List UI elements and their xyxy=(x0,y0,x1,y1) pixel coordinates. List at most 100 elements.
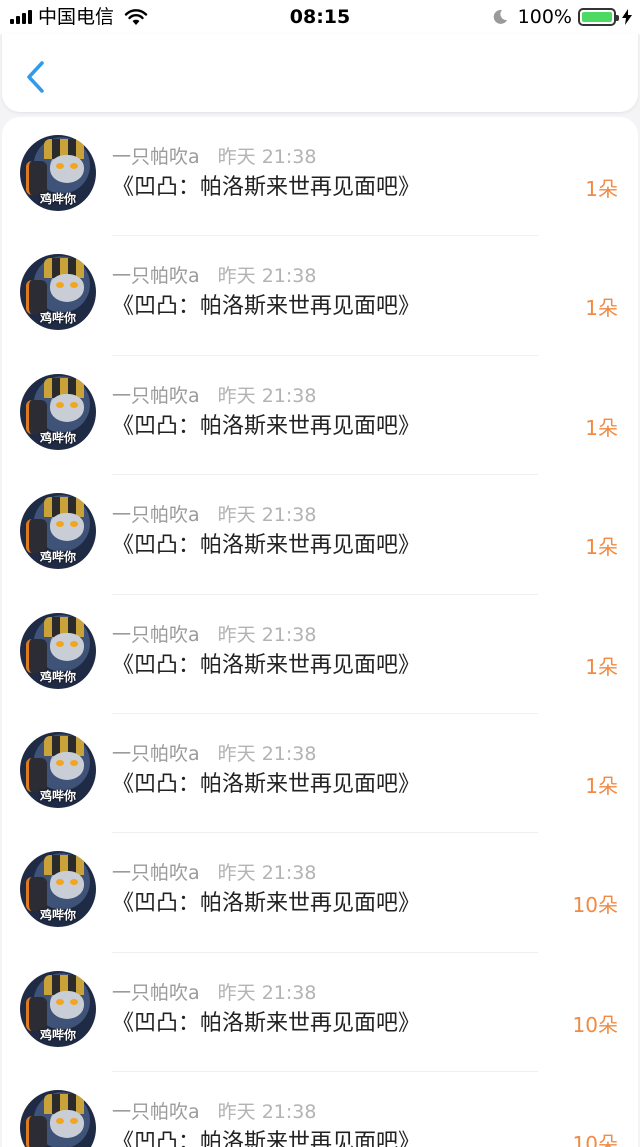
work-title[interactable]: 《凹凸：帕洛斯来世再见面吧》 xyxy=(112,173,420,203)
flower-count: 1朵 xyxy=(585,177,618,201)
item-meta: 一只帕吹a 昨天 21:38 xyxy=(112,861,316,885)
avatar-caption: 鸡哔你 xyxy=(39,430,76,445)
avatar-eye xyxy=(56,998,64,1005)
item-meta: 一只帕吹a 昨天 21:38 xyxy=(112,264,316,288)
avatar-face xyxy=(50,871,84,900)
list-item[interactable]: 鸡哔你 一只帕吹a 昨天 21:38 《凹凸：帕洛斯来世再见面吧》 1朵 xyxy=(2,595,638,715)
timestamp: 昨天 21:38 xyxy=(217,862,317,885)
avatar-arm xyxy=(26,1116,47,1147)
list-item[interactable]: 鸡哔你 一只帕吹a 昨天 21:38 《凹凸：帕洛斯来世再见面吧》 1朵 xyxy=(2,356,638,476)
avatar-face xyxy=(50,513,84,542)
avatar-caption: 鸡哔你 xyxy=(39,311,76,326)
battery-cap xyxy=(616,15,619,21)
username[interactable]: 一只帕吹a xyxy=(112,862,200,884)
avatar-eye xyxy=(56,640,64,647)
work-title[interactable]: 《凹凸：帕洛斯来世再见面吧》 xyxy=(112,531,420,561)
item-meta: 一只帕吹a 昨天 21:38 xyxy=(112,981,316,1005)
avatar[interactable]: 鸡哔你 xyxy=(20,254,96,331)
work-title[interactable]: 《凹凸：帕洛斯来世再见面吧》 xyxy=(112,651,420,681)
chevron-left-icon[interactable] xyxy=(24,60,48,94)
gift-list: 鸡哔你 一只帕吹a 昨天 21:38 《凹凸：帕洛斯来世再见面吧》 1朵 鸡哔你 一只帕吹a… xyxy=(2,117,638,1147)
avatar[interactable]: 鸡哔你 xyxy=(20,851,96,928)
username[interactable]: 一只帕吹a xyxy=(112,1101,200,1123)
avatar-eye xyxy=(70,163,78,169)
avatar[interactable]: 鸡哔你 xyxy=(20,373,96,450)
list-item[interactable]: 鸡哔你 一只帕吹a 昨天 21:38 《凹凸：帕洛斯来世再见面吧》 1朵 xyxy=(2,475,638,595)
avatar-caption: 鸡哔你 xyxy=(39,1027,76,1042)
avatar-face xyxy=(50,632,84,661)
timestamp: 昨天 21:38 xyxy=(217,742,317,765)
timestamp: 昨天 21:38 xyxy=(217,384,317,407)
charging-bolt-icon xyxy=(622,9,632,25)
list-item[interactable]: 鸡哔你 一只帕吹a 昨天 21:38 《凹凸：帕洛斯来世再见面吧》 1朵 xyxy=(2,117,638,237)
username[interactable]: 一只帕吹a xyxy=(112,265,200,287)
avatar-face xyxy=(50,990,84,1019)
flower-count: 1朵 xyxy=(585,654,618,679)
work-title[interactable]: 《凹凸：帕洛斯来世再见面吧》 xyxy=(112,292,420,322)
nav-bar xyxy=(2,34,638,112)
avatar-caption: 鸡哔你 xyxy=(39,669,76,684)
avatar-eye xyxy=(56,759,64,766)
work-title[interactable]: 《凹凸：帕洛斯来世再见面吧》 xyxy=(112,889,420,919)
avatar-eye xyxy=(70,998,78,1005)
timestamp: 昨天 21:38 xyxy=(217,1101,317,1124)
flower-count: 1朵 xyxy=(585,296,618,321)
list-item[interactable]: 鸡哔你 一只帕吹a 昨天 21:38 《凹凸：帕洛斯来世再见面吧》 10朵 xyxy=(2,953,638,1073)
list-item[interactable]: 鸡哔你一只帕吹a昨天 21:38《凹凸：帕洛斯来世再见面吧》10朵 xyxy=(2,1072,638,1147)
item-meta: 一只帕吹a 昨天 21:38 xyxy=(112,145,316,169)
list-item[interactable]: 鸡哔你 一只帕吹a 昨天 21:38 《凹凸：帕洛斯来世再见面吧》 1朵 xyxy=(2,236,638,357)
avatar[interactable]: 鸡哔你 xyxy=(20,1090,96,1147)
username[interactable]: 一只帕吹a xyxy=(112,146,200,168)
avatar[interactable]: 鸡哔你 xyxy=(20,612,96,689)
avatar-eye xyxy=(70,759,78,766)
avatar-face xyxy=(50,1110,84,1139)
avatar-caption: 鸡哔你 xyxy=(39,788,76,803)
timestamp: 昨天 21:38 xyxy=(217,265,317,288)
avatar[interactable]: 鸡哔你 xyxy=(20,731,96,808)
status-bar: 中国电信 08:15 100% xyxy=(0,0,640,34)
item-meta: 一只帕吹a 昨天 21:38 xyxy=(112,742,316,766)
avatar-eye xyxy=(70,640,78,647)
work-title[interactable]: 《凹凸：帕洛斯来世再见面吧》 xyxy=(112,1009,420,1039)
item-meta: 一只帕吹a 昨天 21:38 xyxy=(112,503,316,527)
work-title[interactable]: 《凹凸：帕洛斯来世再见面吧》 xyxy=(112,770,420,800)
list-item[interactable]: 鸡哔你 一只帕吹a 昨天 21:38 《凹凸：帕洛斯来世再见面吧》 1朵 xyxy=(2,714,638,834)
avatar-face xyxy=(50,751,84,780)
moon-icon xyxy=(493,9,507,24)
username[interactable]: 一只帕吹a xyxy=(112,385,200,407)
item-meta: 一只帕吹a 昨天 21:38 xyxy=(112,1100,316,1124)
avatar-eye xyxy=(70,401,78,408)
battery-icon xyxy=(578,8,619,26)
item-meta: 一只帕吹a 昨天 21:38 xyxy=(112,623,316,647)
battery-fill xyxy=(582,12,612,22)
avatar-face xyxy=(50,274,84,303)
work-title[interactable]: 《凹凸：帕洛斯来世再见面吧》 xyxy=(112,412,420,442)
item-meta: 一只帕吹a 昨天 21:38 xyxy=(112,384,316,408)
avatar[interactable]: 鸡哔你 xyxy=(20,970,96,1047)
avatar-face xyxy=(50,155,84,183)
avatar-caption: 鸡哔你 xyxy=(39,550,76,565)
flower-count: 10朵 xyxy=(572,1012,618,1037)
avatar-caption: 鸡哔你 xyxy=(39,908,76,923)
list-item[interactable]: 鸡哔你 一只帕吹a 昨天 21:38 《凹凸：帕洛斯来世再见面吧》 10朵 xyxy=(2,833,638,954)
battery-percent: 100% xyxy=(517,6,572,28)
flower-count: 1朵 xyxy=(585,535,618,560)
username[interactable]: 一只帕吹a xyxy=(112,743,200,765)
timestamp: 昨天 21:38 xyxy=(217,981,317,1004)
avatar-caption: 鸡哔你 xyxy=(39,192,76,206)
flower-count: 10朵 xyxy=(572,1132,618,1147)
username[interactable]: 一只帕吹a xyxy=(112,624,200,646)
flower-count: 1朵 xyxy=(585,773,618,798)
avatar-eye xyxy=(56,401,64,408)
avatar[interactable]: 鸡哔你 xyxy=(20,493,96,570)
flower-count: 10朵 xyxy=(572,893,618,918)
avatar-face xyxy=(50,393,84,422)
avatar-eye xyxy=(56,163,64,169)
flower-count: 1朵 xyxy=(585,415,618,440)
status-right: 100% xyxy=(492,5,632,29)
avatar[interactable]: 鸡哔你 xyxy=(20,135,96,211)
username[interactable]: 一只帕吹a xyxy=(112,982,200,1004)
username[interactable]: 一只帕吹a xyxy=(112,504,200,526)
timestamp: 昨天 21:38 xyxy=(217,504,317,527)
timestamp: 昨天 21:38 xyxy=(217,623,317,646)
